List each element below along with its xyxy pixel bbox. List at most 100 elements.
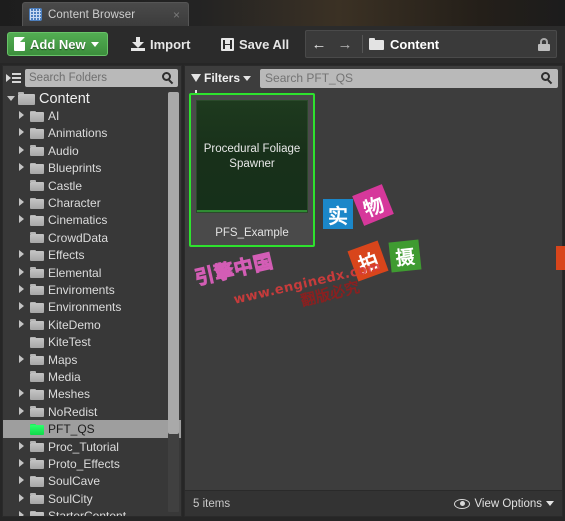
sidebar-item-soulcity[interactable]: SoulCity xyxy=(3,490,181,507)
chevron-right-icon[interactable] xyxy=(19,111,30,121)
sidebar-item-label: Meshes xyxy=(48,387,91,402)
lock-icon[interactable] xyxy=(538,38,550,51)
sidebar-item-castle[interactable]: Castle xyxy=(3,177,181,194)
tab-title: Content Browser xyxy=(48,8,136,21)
chevron-right-icon[interactable] xyxy=(19,267,30,278)
search-folders-input[interactable]: Search Folders xyxy=(25,69,178,87)
status-bar: 5 items View Options xyxy=(185,490,562,516)
sidebar-item-proc-tutorial[interactable]: Proc_Tutorial xyxy=(3,438,181,455)
folder-icon xyxy=(30,319,44,331)
sidebar-item-kitetest[interactable]: KiteTest xyxy=(3,333,181,350)
chevron-right-icon[interactable] xyxy=(19,145,30,156)
folder-icon xyxy=(30,441,44,452)
chevron-right-icon[interactable] xyxy=(19,128,30,138)
close-icon[interactable]: × xyxy=(171,9,182,21)
chevron-right-icon[interactable] xyxy=(19,458,30,469)
sidebar-item-label: Media xyxy=(48,369,81,384)
sidebar-item-label: Environments xyxy=(48,300,122,315)
folder-tree-scrollbar[interactable] xyxy=(168,92,179,512)
chevron-right-icon[interactable] xyxy=(19,441,30,452)
sidebar-item-audio[interactable]: Audio xyxy=(3,142,181,159)
asset-tile[interactable]: Procedural Foliage Spawner PFS_Example xyxy=(189,93,315,247)
chevron-right-icon[interactable] xyxy=(19,215,30,225)
chevron-right-icon[interactable] xyxy=(19,493,30,504)
sidebar-item-content[interactable]: Content xyxy=(3,90,181,107)
asset-name-label: PFS_Example xyxy=(215,227,289,239)
sidebar-item-startercontent[interactable]: StarterContent xyxy=(3,507,181,516)
sidebar-item-character[interactable]: Character xyxy=(3,194,181,211)
folder-icon xyxy=(30,197,44,209)
chevron-right-icon[interactable] xyxy=(19,250,30,260)
sidebar-item-label: Proto_Effects xyxy=(48,456,120,471)
search-assets-input[interactable]: Search PFT_QS xyxy=(260,68,558,88)
sidebar-item-noredist[interactable]: NoRedist xyxy=(3,403,181,420)
search-icon xyxy=(162,72,174,85)
sidebar-item-maps[interactable]: Maps xyxy=(3,351,181,368)
asset-panel: Filters Search PFT_QS Procedural Foliage… xyxy=(184,65,563,517)
search-icon xyxy=(541,72,553,85)
sidebar-item-environments[interactable]: Environments xyxy=(3,299,181,316)
sidebar-item-media[interactable]: Media xyxy=(3,368,181,385)
sidebar-item-label: KiteDemo xyxy=(48,317,101,332)
chevron-right-icon[interactable] xyxy=(19,198,30,208)
sidebar-item-meshes[interactable]: Meshes xyxy=(3,386,181,403)
chevron-right-icon[interactable] xyxy=(19,476,30,486)
sidebar-item-elemental[interactable]: Elemental xyxy=(3,264,181,281)
tab-content-browser[interactable]: Content Browser × xyxy=(22,2,189,26)
scrollbar-thumb[interactable] xyxy=(168,92,179,434)
tree-options-icon[interactable] xyxy=(6,71,22,86)
sidebar-item-enviroments[interactable]: Enviroments xyxy=(3,281,181,298)
folder-icon xyxy=(30,336,44,348)
save-all-button[interactable]: Save All xyxy=(215,32,295,56)
floppy-disk-icon xyxy=(221,37,234,51)
chevron-right-icon[interactable] xyxy=(19,302,30,312)
item-count-label: 5 items xyxy=(193,497,231,510)
folder-icon xyxy=(30,145,44,157)
chevron-right-icon[interactable] xyxy=(19,354,30,365)
chevron-right-icon[interactable] xyxy=(19,389,30,399)
forward-arrow-icon[interactable]: → xyxy=(332,37,358,52)
sidebar-item-label: Audio xyxy=(48,143,79,158)
sidebar-item-kitedemo[interactable]: KiteDemo xyxy=(3,316,181,333)
view-options-button[interactable]: View Options xyxy=(454,498,554,510)
filters-button[interactable]: Filters xyxy=(189,69,256,93)
sidebar-item-crowddata[interactable]: CrowdData xyxy=(3,229,181,246)
chevron-right-icon[interactable] xyxy=(19,163,30,173)
sidebar-item-label: PFT_QS xyxy=(48,422,95,437)
breadcrumb[interactable]: Content xyxy=(390,37,439,52)
back-arrow-icon[interactable]: ← xyxy=(306,37,332,52)
sidebar-item-label: NoRedist xyxy=(48,404,98,419)
chevron-right-icon[interactable] xyxy=(19,319,30,330)
asset-grid[interactable]: Procedural Foliage Spawner PFS_Example xyxy=(185,90,562,492)
sidebar-item-soulcave[interactable]: SoulCave xyxy=(3,473,181,490)
sidebar-item-effects[interactable]: Effects xyxy=(3,247,181,264)
sidebar-item-animations[interactable]: Animations xyxy=(3,125,181,142)
folder-tree[interactable]: Content AI Animations Audio Blueprints Castle… xyxy=(3,90,181,516)
sidebar-item-cinematics[interactable]: Cinematics xyxy=(3,212,181,229)
folder-icon xyxy=(18,92,35,105)
sidebar-item-label: Animations xyxy=(48,126,108,141)
folder-icon xyxy=(30,388,44,400)
folder-icon xyxy=(30,301,44,313)
sidebar-item-label: Blueprints xyxy=(48,161,102,176)
chevron-down-icon xyxy=(90,41,99,47)
chevron-right-icon[interactable] xyxy=(19,284,30,295)
import-button[interactable]: Import xyxy=(125,32,196,56)
chevron-down-icon[interactable] xyxy=(7,95,18,103)
sidebar-item-proto-effects[interactable]: Proto_Effects xyxy=(3,455,181,472)
sidebar-item-ai[interactable]: AI xyxy=(3,107,181,124)
add-new-button[interactable]: Add New xyxy=(7,32,108,56)
folder-icon xyxy=(30,371,44,383)
sidebar-item-label: Proc_Tutorial xyxy=(48,439,119,454)
filters-label: Filters xyxy=(204,71,241,85)
folder-icon xyxy=(30,180,44,192)
import-icon xyxy=(131,37,145,51)
sidebar-item-label: Maps xyxy=(48,352,78,367)
sidebar-item-label: SoulCave xyxy=(48,474,101,489)
sidebar-item-blueprints[interactable]: Blueprints xyxy=(3,160,181,177)
sidebar-item-label: SoulCity xyxy=(48,491,93,506)
chevron-right-icon[interactable] xyxy=(19,406,30,417)
divider xyxy=(362,35,363,53)
sidebar-item-pft-qs[interactable]: PFT_QS xyxy=(3,420,181,438)
chevron-right-icon[interactable] xyxy=(19,511,30,516)
